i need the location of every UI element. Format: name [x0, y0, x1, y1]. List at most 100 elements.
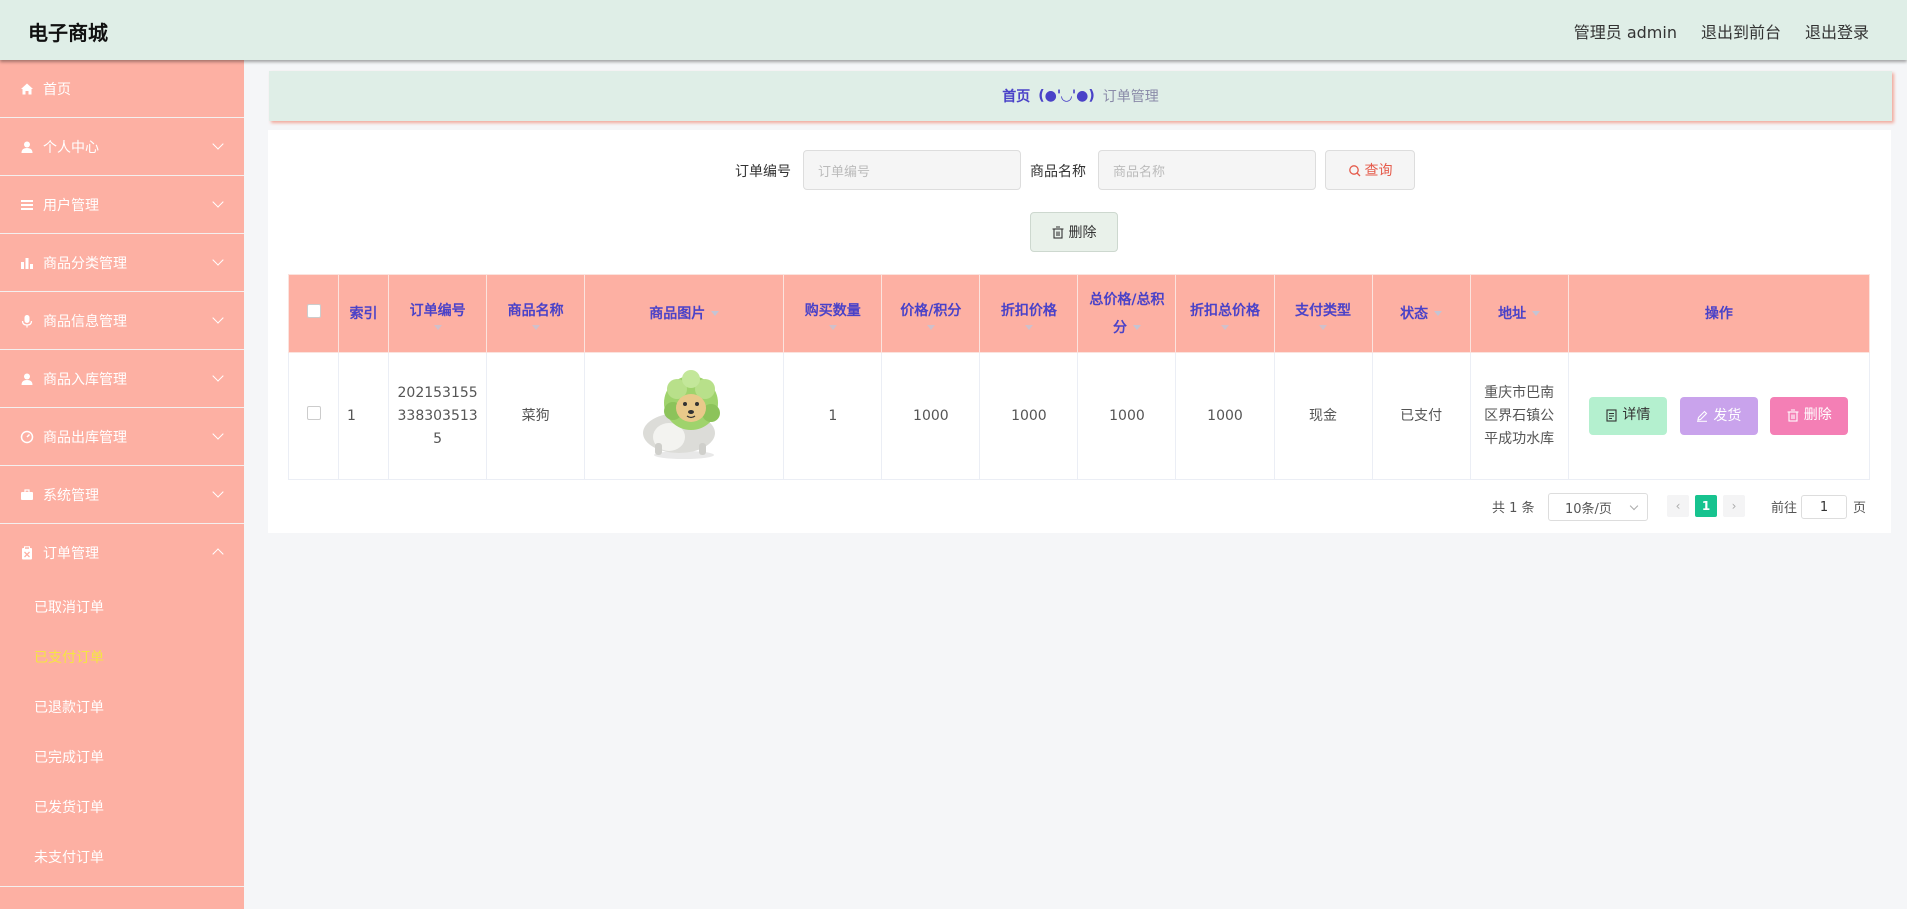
column-header-actions: 操作: [1567, 274, 1871, 353]
sub-item-cancelled-orders[interactable]: 已取消订单: [0, 582, 244, 632]
user-icon: [20, 140, 34, 154]
detail-button[interactable]: 详情: [1589, 396, 1668, 435]
gauge-icon: [20, 430, 34, 444]
sidebar-item-orders[interactable]: 订单管理: [0, 524, 244, 582]
sidebar-item-label: 商品出库管理: [43, 429, 127, 446]
column-header-pay-type[interactable]: 支付类型: [1273, 274, 1373, 353]
admin-label: 管理员 admin: [1573, 23, 1677, 42]
header-links: 管理员 admin 退出到前台 退出登录: [1574, 19, 1869, 43]
home-icon: [20, 82, 34, 96]
row-checkbox[interactable]: [306, 405, 321, 420]
product-name-input[interactable]: 商品名称: [1098, 150, 1316, 190]
orders-table: 索引 订单编号 商品名称 商品图片 购买数量 价格/积分 折扣价格 总价格/总积…: [287, 274, 1871, 480]
cell-product-name: 菜狗: [486, 352, 586, 480]
microphone-icon: [20, 314, 34, 328]
cell-status: 已支付: [1371, 352, 1471, 480]
goto-page-input[interactable]: 1: [1801, 495, 1847, 519]
query-button-label: 查询: [1364, 163, 1393, 179]
main-panel: 订单编号 订单编号 商品名称 商品名称 查询 删除 索引 订单编号 商品名称 商…: [268, 130, 1891, 533]
column-header-discount-total[interactable]: 折扣总价格: [1175, 274, 1275, 353]
query-button[interactable]: 查询: [1325, 150, 1415, 190]
column-header-order-no[interactable]: 订单编号: [388, 274, 488, 353]
chevron-down-icon: [212, 428, 224, 440]
cell-order-no: 2021531553383035135: [388, 352, 488, 480]
briefcase-icon: [20, 488, 34, 502]
document-icon: [1606, 409, 1617, 422]
search-icon: [1348, 164, 1360, 176]
trash-icon: [1052, 225, 1063, 239]
sidebar-item-home[interactable]: 首页: [0, 60, 244, 118]
sidebar-item-label: 商品信息管理: [43, 313, 127, 330]
sidebar-item-stock-in[interactable]: 商品入库管理: [0, 350, 244, 408]
next-page-button[interactable]: ›: [1723, 495, 1745, 517]
sidebar-item-system[interactable]: 系统管理: [0, 466, 244, 524]
column-header-index[interactable]: 索引: [338, 274, 390, 353]
cell-pay-type: 现金: [1273, 352, 1373, 480]
sub-item-refunded-orders[interactable]: 已退款订单: [0, 682, 244, 732]
page-size-select[interactable]: 10条/页: [1548, 493, 1648, 521]
batch-delete-button[interactable]: 删除: [1030, 212, 1118, 252]
sidebar-item-stock-out[interactable]: 商品出库管理: [0, 408, 244, 466]
column-header-status[interactable]: 状态: [1371, 274, 1471, 353]
chevron-down-icon: [212, 370, 224, 382]
sort-icon[interactable]: [531, 325, 540, 330]
select-all-checkbox[interactable]: [306, 303, 321, 318]
table-row: 1 2021531553383035135 菜狗 1 1000 1000 100…: [287, 352, 1871, 480]
sub-item-paid-orders[interactable]: 已支付订单: [0, 632, 244, 682]
cell-total-price: 1000: [1077, 352, 1177, 480]
page-number-current[interactable]: 1: [1695, 495, 1717, 517]
breadcrumb-separator: (●'◡'●): [1038, 88, 1095, 104]
sort-icon[interactable]: [1024, 325, 1033, 330]
pagination: 共 1 条 10条/页 ‹ 1 › 前往 1 页: [268, 493, 1891, 521]
sort-icon[interactable]: [1434, 311, 1443, 316]
sidebar-item-product-info[interactable]: 商品信息管理: [0, 292, 244, 350]
delete-button[interactable]: 删除: [1770, 396, 1849, 435]
sidebar-item-user-management[interactable]: 用户管理: [0, 176, 244, 234]
edit-icon: [1697, 410, 1708, 423]
pagination-total: 共 1 条: [1492, 501, 1535, 516]
sort-icon[interactable]: [711, 311, 720, 316]
chevron-down-icon: [212, 254, 224, 266]
product-name-label: 商品名称: [1030, 164, 1086, 180]
sub-item-unpaid-orders[interactable]: 未支付订单: [0, 832, 244, 882]
table-header-row: 索引 订单编号 商品名称 商品图片 购买数量 价格/积分 折扣价格 总价格/总积…: [287, 274, 1871, 353]
sort-icon[interactable]: [1220, 325, 1229, 330]
sub-item-completed-orders[interactable]: 已完成订单: [0, 732, 244, 782]
column-header-quantity[interactable]: 购买数量: [783, 274, 883, 353]
sort-icon[interactable]: [1319, 325, 1328, 330]
cell-discount-total: 1000: [1175, 352, 1275, 480]
sort-icon[interactable]: [926, 325, 935, 330]
chevron-down-icon: [212, 486, 224, 498]
cell-quantity: 1: [783, 352, 883, 480]
goto-prefix: 前往: [1771, 501, 1798, 516]
sort-icon[interactable]: [1532, 311, 1541, 316]
chevron-down-icon: [212, 312, 224, 324]
column-header-address[interactable]: 地址: [1469, 274, 1569, 353]
sort-icon[interactable]: [1132, 325, 1141, 330]
to-front-link[interactable]: 退出到前台: [1701, 19, 1781, 43]
sort-icon[interactable]: [433, 325, 442, 330]
sidebar: 首页 个人中心 用户管理 商品分类管理 商品信息管理 商品入库管理 商品出库管理…: [0, 60, 244, 909]
column-header-total-price[interactable]: 总价格/总积分: [1077, 274, 1177, 353]
column-header-discount-price[interactable]: 折扣价格: [979, 274, 1079, 353]
breadcrumb-home[interactable]: 首页: [1002, 86, 1030, 106]
column-header-price[interactable]: 价格/积分: [881, 274, 981, 353]
order-no-input[interactable]: 订单编号: [803, 150, 1021, 190]
top-header: 电子商城 管理员 admin 退出到前台 退出登录: [0, 0, 1907, 60]
logout-link[interactable]: 退出登录: [1805, 19, 1869, 43]
prev-page-button[interactable]: ‹: [1667, 495, 1689, 517]
select-all-header[interactable]: [287, 274, 340, 353]
sort-icon[interactable]: [828, 325, 837, 330]
cell-index: 1: [338, 352, 390, 480]
orders-submenu: 已取消订单 已支付订单 已退款订单 已完成订单 已发货订单 未支付订单: [0, 582, 244, 887]
column-header-product-name[interactable]: 商品名称: [486, 274, 586, 353]
sidebar-item-label: 订单管理: [43, 546, 99, 562]
ship-button[interactable]: 发货: [1679, 397, 1758, 436]
column-header-product-image[interactable]: 商品图片: [584, 274, 785, 353]
sidebar-item-personal-center[interactable]: 个人中心: [0, 118, 244, 176]
sub-item-shipped-orders[interactable]: 已发货订单: [0, 782, 244, 832]
sidebar-item-label: 系统管理: [43, 487, 99, 504]
sidebar-item-category-management[interactable]: 商品分类管理: [0, 234, 244, 292]
cell-discount-price: 1000: [979, 352, 1079, 480]
sidebar-item-label: 用户管理: [43, 197, 99, 214]
